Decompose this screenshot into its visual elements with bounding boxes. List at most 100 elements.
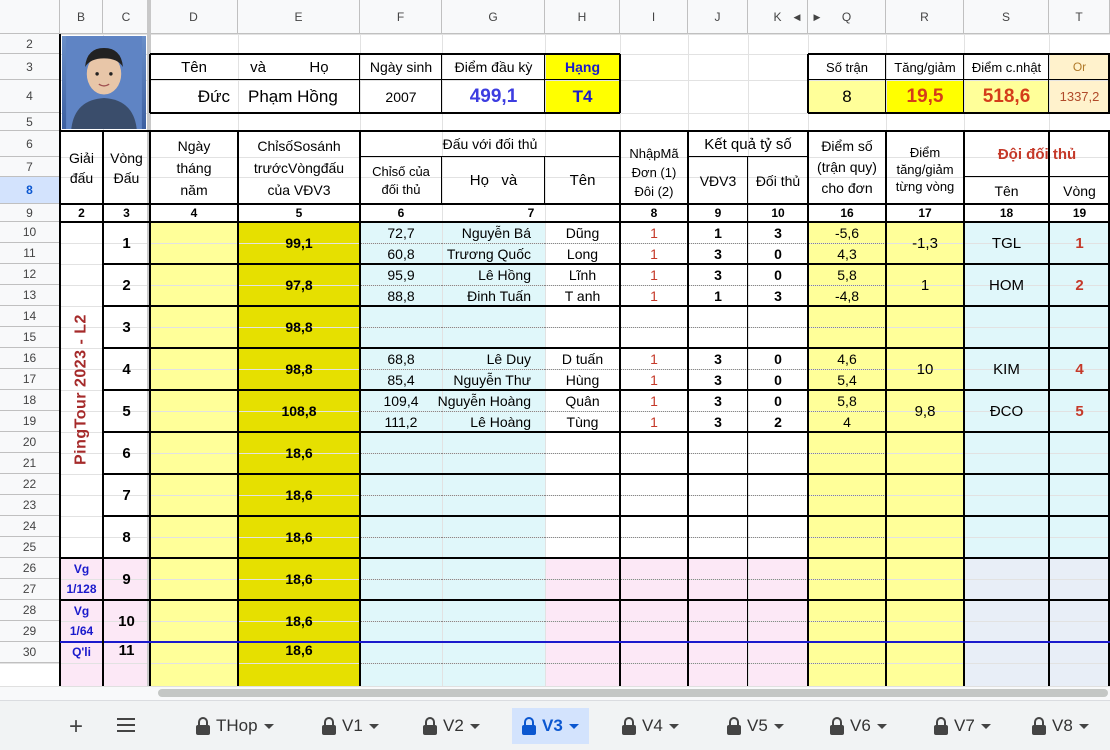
row-header[interactable]: 11 [0, 243, 60, 264]
opponent-surname: Trương Quốc [446, 245, 531, 262]
column-header[interactable]: B [60, 0, 103, 34]
round-change: 9,8 [914, 402, 936, 420]
row-header[interactable]: 7 [0, 157, 60, 177]
sheet-tab[interactable]: THop [186, 708, 284, 744]
column-header[interactable]: E [238, 0, 360, 34]
score-player: 1 [714, 224, 722, 241]
border-h [103, 389, 1110, 391]
row-header[interactable]: 22 [0, 474, 60, 495]
row-header[interactable]: 12 [0, 264, 60, 285]
border-v [544, 54, 545, 113]
all-sheets-button[interactable] [116, 717, 136, 733]
match-code: 1 [650, 224, 658, 241]
sheet-tab[interactable]: V1 [312, 708, 389, 744]
start-points-value: 499,1 [469, 85, 518, 107]
row-header[interactable]: 9 [0, 204, 60, 222]
round-index: 18,6 [285, 642, 313, 658]
hidden-cols-left-arrow[interactable]: ◀ [792, 10, 802, 24]
sheet-tab[interactable]: V6 [820, 708, 897, 744]
column-header[interactable]: I [620, 0, 688, 34]
sheet-tab-label: THop [216, 716, 258, 735]
add-sheet-button[interactable]: + [64, 713, 88, 740]
border-h [103, 305, 1110, 307]
sheet-tab[interactable]: V3 [512, 708, 589, 744]
opponent-name: Tùng [566, 413, 599, 430]
row-header[interactable]: 10 [0, 222, 60, 243]
header-ten: Tên [569, 172, 596, 189]
gridline-h [0, 34, 1110, 35]
row-divider [545, 327, 620, 328]
score-opponent: 3 [774, 287, 782, 304]
row-divider [360, 453, 442, 454]
row-header[interactable]: 15 [0, 327, 60, 348]
round-number: 11 [118, 642, 135, 659]
tournament-label: PingTour 2023 - L2 [72, 314, 90, 466]
lock-icon [322, 717, 336, 735]
horizontal-scrollbar[interactable] [158, 689, 1108, 697]
row-header[interactable]: 30 [0, 642, 60, 663]
score-opponent: 0 [774, 371, 782, 388]
row-header[interactable]: 3 [0, 54, 60, 80]
row-header[interactable]: 2 [0, 34, 60, 54]
row-header[interactable]: 26 [0, 558, 60, 579]
match-points: 5,8 [837, 392, 857, 409]
row-header[interactable]: 13 [0, 285, 60, 306]
row-header[interactable]: 18 [0, 390, 60, 411]
round-index: 98,8 [285, 361, 313, 377]
stage-label: Vg 1/64 [69, 604, 94, 638]
row-header[interactable]: 24 [0, 516, 60, 537]
row-header[interactable]: 19 [0, 411, 60, 432]
column-header[interactable]: H [545, 0, 620, 34]
sheet-tab[interactable]: V2 [413, 708, 490, 744]
column-header[interactable]: D [150, 0, 238, 34]
row-divider [688, 579, 748, 580]
column-header[interactable]: G [442, 0, 545, 34]
column-header[interactable]: J [688, 0, 748, 34]
sheet-tab-label: V2 [443, 716, 464, 735]
team-name: TGL [991, 234, 1022, 252]
change-label: Tăng/giảm [894, 59, 956, 75]
round-index: 18,6 [285, 487, 313, 503]
opponent-name: D tuấn [561, 350, 604, 367]
player-last-name: Phạm Hồng [248, 86, 338, 106]
row-header[interactable]: 8 [0, 177, 60, 204]
column-header[interactable]: R [886, 0, 964, 34]
matches-label: Số trận [826, 59, 868, 75]
row-header[interactable]: 28 [0, 600, 60, 621]
row-divider [808, 327, 886, 328]
header-chiso: ChỉsốSosánh trướcVòngđấu của VĐV3 [253, 137, 345, 198]
sheet-tab[interactable]: V8 [1022, 708, 1099, 744]
score-player: 1 [714, 287, 722, 304]
match-points: 5,4 [837, 371, 857, 388]
sheet-tab[interactable]: V7 [924, 708, 1001, 744]
row-header[interactable]: 5 [0, 113, 60, 131]
dropdown-caret-icon [368, 723, 379, 729]
column-header[interactable]: C [103, 0, 150, 34]
row-header[interactable]: 21 [0, 453, 60, 474]
row-header[interactable]: 17 [0, 369, 60, 390]
hamburger-line [117, 718, 135, 720]
name-header-ho: Họ [309, 58, 329, 76]
row-header[interactable]: 20 [0, 432, 60, 453]
hidden-cols-right-arrow[interactable]: ▶ [812, 10, 822, 24]
header-vong-dau: Vòng Đấu [110, 149, 143, 186]
border-v [237, 131, 239, 686]
row-header[interactable]: 23 [0, 495, 60, 516]
row-header[interactable]: 14 [0, 306, 60, 327]
opponent-index: 85,4 [387, 371, 415, 388]
lock-body [423, 725, 437, 735]
round-number: 1 [122, 234, 131, 252]
row-header[interactable]: 4 [0, 80, 60, 113]
border-h [360, 156, 620, 157]
row-header[interactable]: 27 [0, 579, 60, 600]
column-header[interactable]: S [964, 0, 1049, 34]
row-header[interactable]: 29 [0, 621, 60, 642]
row-header[interactable]: 6 [0, 131, 60, 157]
sheet-tab[interactable]: V5 [717, 708, 794, 744]
sheet-tab[interactable]: V4 [612, 708, 689, 744]
row-header[interactable]: 16 [0, 348, 60, 369]
column-header[interactable]: F [360, 0, 442, 34]
border-v [619, 131, 621, 686]
column-header[interactable]: T [1049, 0, 1110, 34]
row-header[interactable]: 25 [0, 537, 60, 558]
